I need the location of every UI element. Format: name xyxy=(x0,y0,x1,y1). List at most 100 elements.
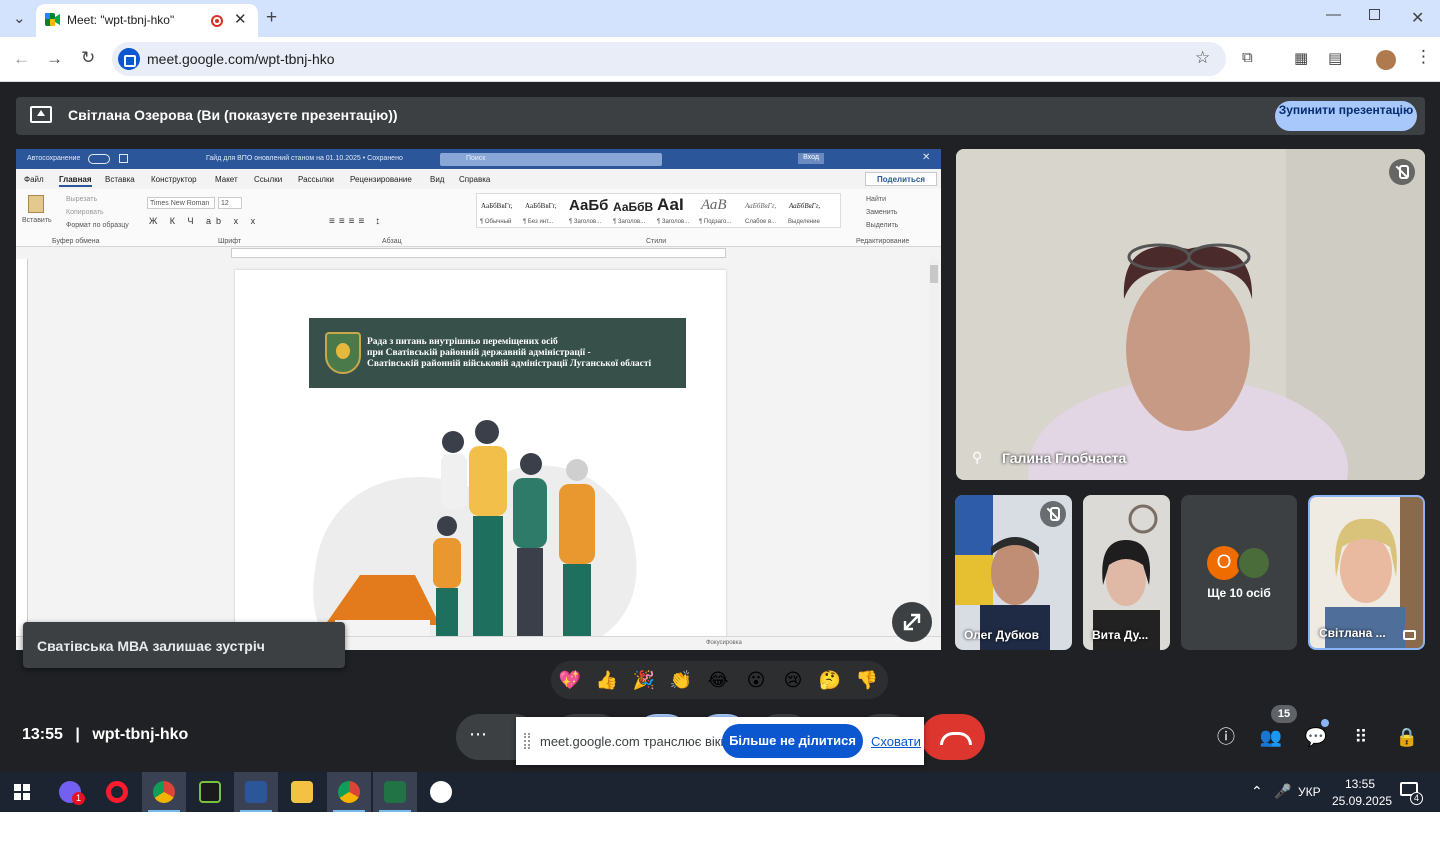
omnibox[interactable]: meet.google.com/wpt-tbnj-hko ☆ xyxy=(112,42,1226,76)
save-icon xyxy=(119,154,128,163)
reaction-sad-button[interactable]: 😢 xyxy=(780,667,806,693)
group-label: Редактирование xyxy=(856,238,910,245)
start-button[interactable] xyxy=(0,772,44,812)
microphone-icon[interactable]: 🎤 xyxy=(1274,783,1291,800)
find-label: Найти xyxy=(866,196,886,203)
screen-share-bar: meet.google.com транслює вікно. Більше н… xyxy=(516,717,924,765)
hide-link[interactable]: Сховати xyxy=(871,734,921,749)
reaction-thinking-button[interactable]: 🤔 xyxy=(817,667,843,693)
style-sample: АаБбВвГг, xyxy=(481,202,513,210)
reaction-thumbsdown-button[interactable]: 👎 xyxy=(854,667,880,693)
participant-tile[interactable]: Вита Ду... xyxy=(1083,495,1170,650)
reactions-bar: 💖 👍 🎉 👏 😂 😮 😢 🤔 👎 xyxy=(551,661,888,699)
participant-tile[interactable]: Олег Дубков xyxy=(955,495,1072,650)
people-icon[interactable]: 👥 xyxy=(1258,724,1284,750)
host-controls-icon[interactable]: 🔒 xyxy=(1394,724,1420,750)
stop-sharing-button[interactable]: Більше не ділитися xyxy=(722,724,863,758)
new-tab-icon[interactable]: + xyxy=(266,7,277,29)
font-size-box: 12 xyxy=(218,197,242,209)
end-call-button[interactable] xyxy=(921,714,985,760)
taskbar-app[interactable] xyxy=(188,772,232,812)
style-sample: АаВ xyxy=(701,197,727,213)
participant-name: Світлана ... xyxy=(1319,626,1386,640)
site-info-icon[interactable] xyxy=(118,48,140,70)
drag-handle[interactable] xyxy=(524,733,530,749)
menu-icon[interactable]: ⋮ xyxy=(1415,47,1432,67)
app-icon xyxy=(199,781,221,803)
more-participants-tile[interactable]: О Ще 10 осіб xyxy=(1181,495,1297,650)
taskbar-viber[interactable]: 1 xyxy=(48,772,92,812)
chat-icon[interactable]: 💬 xyxy=(1303,724,1329,750)
input-language[interactable]: УКР xyxy=(1298,785,1321,799)
minimize-icon[interactable]: — xyxy=(1326,6,1341,23)
meet-stage: Світлана Озерова (Ви (показуєте презента… xyxy=(0,82,1440,772)
taskbar-excel[interactable] xyxy=(373,772,417,812)
word-tab: Ссылки xyxy=(254,175,283,184)
tray-date[interactable]: 25.09.2025 xyxy=(1332,794,1392,808)
fullscreen-button[interactable] xyxy=(892,602,932,642)
present-screen-icon xyxy=(30,106,52,123)
style-name: ¶ Заголов... xyxy=(657,219,690,225)
reaction-thumbsup-button[interactable]: 👍 xyxy=(594,667,620,693)
horizontal-ruler xyxy=(231,248,726,258)
banner-line: Сватівській районній військовій адмініст… xyxy=(367,359,652,369)
reaction-party-button[interactable]: 🎉 xyxy=(631,667,657,693)
taskbar-opera[interactable] xyxy=(95,772,139,812)
stop-presenting-button[interactable]: Зупинити презентацію xyxy=(1275,101,1417,131)
forward-icon[interactable]: → xyxy=(46,49,63,69)
back-icon[interactable]: ← xyxy=(13,49,30,69)
close-tab-icon[interactable]: ✕ xyxy=(234,10,247,28)
bookmark-star-icon[interactable]: ☆ xyxy=(1195,48,1210,68)
font-name-box: Times New Roman xyxy=(147,197,215,209)
reaction-laugh-button[interactable]: 😂 xyxy=(705,667,731,693)
taskbar-word[interactable] xyxy=(234,772,278,812)
chrome-icon xyxy=(338,781,360,803)
word-close-icon: ✕ xyxy=(922,152,931,163)
style-name: Выделение xyxy=(788,219,820,225)
autosave-toggle xyxy=(88,154,110,164)
style-sample: АаБбВ xyxy=(613,200,654,214)
word-tab: Конструктор xyxy=(151,175,197,184)
taskbar-photos[interactable] xyxy=(419,772,463,812)
style-name: ¶ Обычный xyxy=(480,219,512,225)
self-tile[interactable]: Світлана ... xyxy=(1308,495,1425,650)
browser-tab-bar: ⌄ Meet: "wpt-tbnj-hko" ✕ + — ✕ xyxy=(0,0,1440,37)
sharing-message: meet.google.com транслює вікно. xyxy=(540,734,739,749)
participant-video xyxy=(1083,495,1170,650)
doc-title: Гайд для ВПО оновлений станом на 01.10.2… xyxy=(206,155,403,162)
taskbar-explorer[interactable] xyxy=(280,772,324,812)
presenting-text: Світлана Озерова (Ви (показуєте презента… xyxy=(68,107,398,123)
chat-unread-dot xyxy=(1321,719,1329,727)
focus-mode-label: Фокусировка xyxy=(706,640,742,646)
taskbar-chrome[interactable] xyxy=(142,772,186,812)
word-search-box: Поиск xyxy=(440,153,662,166)
reaction-heart-button[interactable]: 💖 xyxy=(557,667,583,693)
close-window-icon[interactable]: ✕ xyxy=(1411,8,1424,28)
main-participant-tile[interactable]: ⚲ Галина Глобчаста xyxy=(956,149,1425,480)
tab-search-chevron-icon[interactable]: ⌄ xyxy=(13,9,26,27)
profile-avatar[interactable] xyxy=(1376,50,1396,70)
tray-time[interactable]: 13:55 xyxy=(1345,777,1375,791)
pip-icon xyxy=(1403,630,1416,640)
extensions-icon[interactable]: ⧉ xyxy=(1242,49,1253,66)
browser-tab-meet[interactable]: Meet: "wpt-tbnj-hko" ✕ xyxy=(36,4,258,37)
restore-icon[interactable] xyxy=(1369,9,1380,20)
muted-mic-icon xyxy=(1389,159,1415,185)
group-label: Стили xyxy=(646,238,667,245)
taskbar-chrome-2[interactable] xyxy=(327,772,371,812)
family-illustration xyxy=(313,420,637,650)
reaction-surprised-button[interactable]: 😮 xyxy=(743,667,769,693)
word-icon xyxy=(245,781,267,803)
reaction-clap-button[interactable]: 👏 xyxy=(668,667,694,693)
paste-icon xyxy=(28,195,44,213)
font-format-buttons: Ж К Ч ab x x xyxy=(149,216,261,226)
qr-icon[interactable]: ▦ xyxy=(1294,49,1308,67)
reload-icon[interactable]: ↻ xyxy=(81,48,95,68)
meeting-details-icon[interactable]: ⓘ xyxy=(1213,724,1239,750)
meeting-time: 13:55 xyxy=(22,726,63,743)
tray-chevron-icon[interactable]: ⌃ xyxy=(1251,783,1263,800)
reading-list-icon[interactable]: ▤ xyxy=(1328,49,1342,67)
activities-icon[interactable]: ⠿ xyxy=(1348,724,1374,750)
style-name: Слабое в... xyxy=(745,219,777,225)
style-sample: АаБбВвГг, xyxy=(789,202,821,210)
